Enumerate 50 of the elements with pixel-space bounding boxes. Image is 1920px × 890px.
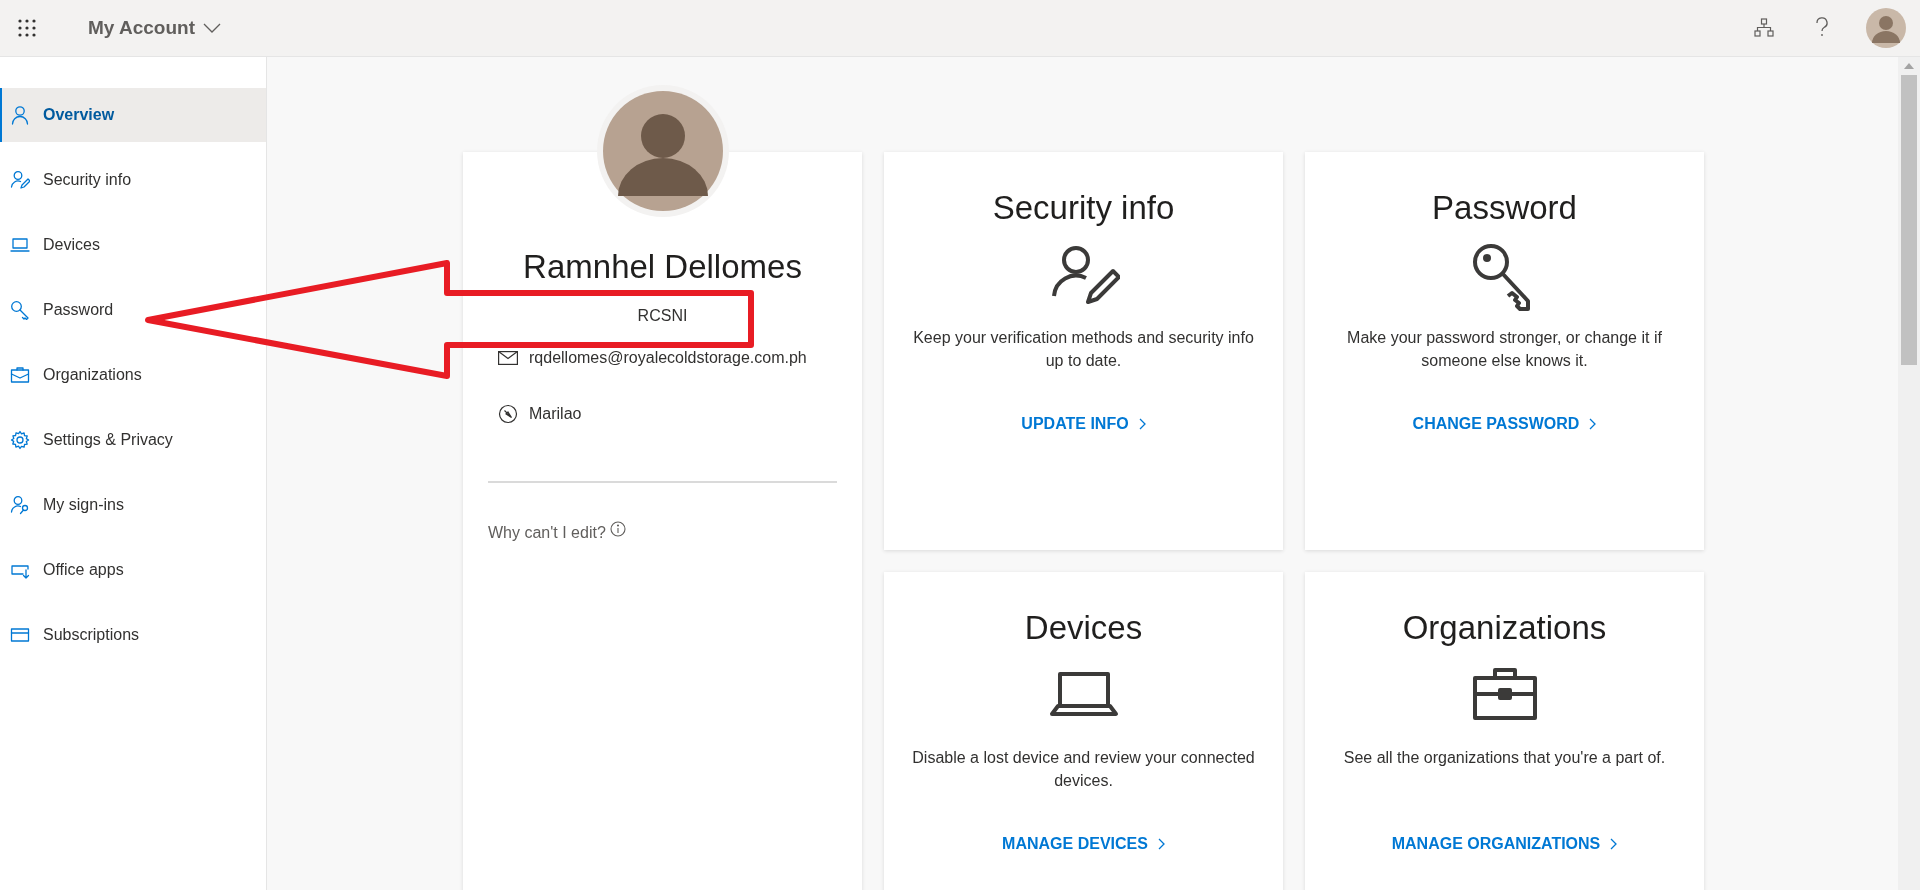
location: Marilao — [529, 403, 582, 424]
org-chart-icon[interactable] — [1754, 18, 1774, 38]
card-description: See all the organizations that you're a part of. — [1343, 748, 1666, 768]
chevron-right-icon — [1610, 838, 1618, 850]
sidebar-item[interactable]: Subscriptions — [0, 608, 266, 662]
chevron-right-icon — [1157, 838, 1165, 850]
organization-name: RCSNI — [637, 305, 688, 326]
scroll-up-icon[interactable] — [1904, 63, 1914, 69]
email-address: rqdellomes@royalecoldstorage.com.ph — [529, 347, 807, 368]
card-description: Disable a lost device and review your connected devices. — [911, 748, 1256, 791]
sidebar-item[interactable]: Office apps — [0, 543, 266, 597]
laptop-icon — [10, 235, 30, 255]
help-icon[interactable] — [1814, 17, 1830, 39]
info-icon[interactable] — [609, 520, 626, 537]
card-title: Security info — [992, 188, 1175, 228]
sidebar-item[interactable]: Devices — [0, 218, 266, 272]
card-title: Devices — [1024, 608, 1143, 648]
app-title-menu[interactable]: My Account — [88, 13, 221, 43]
waffle-icon — [18, 19, 36, 37]
sidebar-item[interactable]: Overview — [0, 88, 266, 142]
card-description: Keep your verification methods and security info up to date. — [912, 328, 1255, 371]
sidebar-item[interactable]: Password — [0, 283, 266, 337]
card-title: Password — [1432, 188, 1577, 228]
edit-help-text: Why can't I edit? — [488, 522, 606, 543]
sidebar-item[interactable]: Security info — [0, 153, 266, 207]
chevron-right-icon — [1589, 418, 1597, 430]
person-edit-icon — [10, 170, 30, 190]
card-icon — [10, 625, 30, 645]
card-link[interactable]: UPDATE INFO — [1021, 412, 1146, 436]
card-description: Make your password stronger, or change it if someone else knows it. — [1346, 328, 1663, 371]
scrollbar-thumb[interactable] — [1901, 75, 1917, 365]
compass-icon — [498, 403, 518, 424]
card-link[interactable]: MANAGE DEVICES — [1002, 832, 1165, 856]
sidebar-item[interactable]: Settings & Privacy — [0, 413, 266, 467]
mail-icon — [498, 350, 518, 365]
sidebar-item[interactable]: Organizations — [0, 348, 266, 402]
card-link[interactable]: CHANGE PASSWORD — [1412, 412, 1597, 436]
key-icon — [10, 300, 30, 320]
chevron-down-icon — [202, 23, 221, 33]
avatar[interactable] — [1866, 8, 1906, 48]
gear-icon — [10, 430, 30, 450]
card-title: Organizations — [1402, 608, 1607, 648]
sidebar-item[interactable]: My sign-ins — [0, 478, 266, 532]
briefcase-icon — [10, 365, 30, 385]
profile-name: Ramnhel Dellomes — [523, 247, 802, 287]
card-link[interactable]: MANAGE ORGANIZATIONS — [1391, 832, 1618, 856]
scrollbar[interactable] — [1898, 57, 1920, 890]
chevron-right-icon — [1138, 418, 1146, 430]
person-key-icon — [10, 495, 30, 515]
person-icon — [10, 105, 30, 125]
